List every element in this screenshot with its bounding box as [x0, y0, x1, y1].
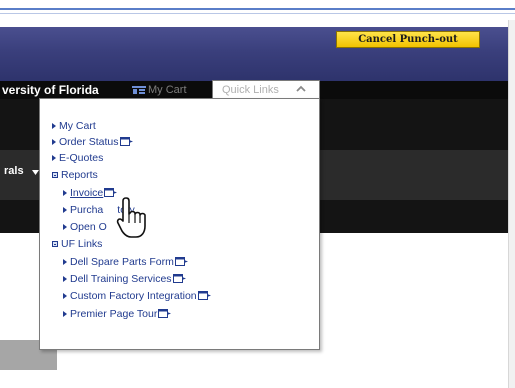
external-link-icon — [119, 137, 133, 146]
triangle-icon — [52, 123, 56, 129]
university-label: versity of Florida — [2, 83, 99, 97]
menu-item-dell-spare-parts-form[interactable]: Dell Spare Parts Form — [63, 255, 188, 269]
collapse-square-icon — [52, 172, 58, 178]
external-link-icon — [172, 274, 186, 283]
menu-item-reports[interactable]: Reports — [52, 168, 98, 182]
scrollbar[interactable] — [508, 20, 515, 388]
triangle-icon — [52, 155, 56, 161]
external-link-icon — [174, 257, 188, 266]
triangle-icon — [63, 190, 67, 196]
menu-item-my-cart[interactable]: My Cart — [52, 119, 96, 133]
menu-item-dell-training-services[interactable]: Dell Training Services — [63, 272, 186, 286]
collapse-square-icon — [52, 241, 58, 247]
triangle-icon — [63, 224, 67, 230]
menu-item-open-orders[interactable]: Open O — [63, 220, 107, 234]
triangle-icon — [52, 139, 56, 145]
menu-item-e-quotes[interactable]: E-Quotes — [52, 151, 103, 165]
hand-pointer-cursor-icon — [116, 197, 146, 238]
top-rule — [0, 8, 515, 10]
secondary-nav-label[interactable]: rals — [4, 165, 24, 178]
triangle-icon — [63, 259, 67, 265]
menu-item-order-status[interactable]: Order Status — [52, 135, 133, 149]
chevron-up-icon[interactable] — [296, 85, 306, 93]
triangle-icon — [63, 311, 67, 317]
external-link-icon — [197, 291, 211, 300]
triangle-icon — [63, 207, 67, 213]
triangle-icon — [63, 293, 67, 299]
cart-icon[interactable] — [132, 86, 146, 95]
menu-item-custom-factory-integration[interactable]: Custom Factory Integration — [63, 289, 211, 303]
external-link-icon — [158, 309, 172, 318]
menu-item-invoice[interactable]: Invoice — [63, 186, 118, 200]
cancel-punch-out-button[interactable]: Cancel Punch-out — [336, 31, 480, 48]
quick-links-label[interactable]: Quick Links — [222, 84, 279, 97]
my-cart-link[interactable]: My Cart — [148, 84, 187, 97]
menu-item-premier-page-tour[interactable]: Premier Page Tour — [63, 307, 172, 321]
right-secondary-nav — [320, 150, 508, 200]
top-rule-secondary — [0, 13, 515, 14]
triangle-icon — [63, 276, 67, 282]
menu-item-uf-links[interactable]: UF Links — [52, 237, 102, 251]
caret-down-icon[interactable] — [32, 170, 39, 175]
